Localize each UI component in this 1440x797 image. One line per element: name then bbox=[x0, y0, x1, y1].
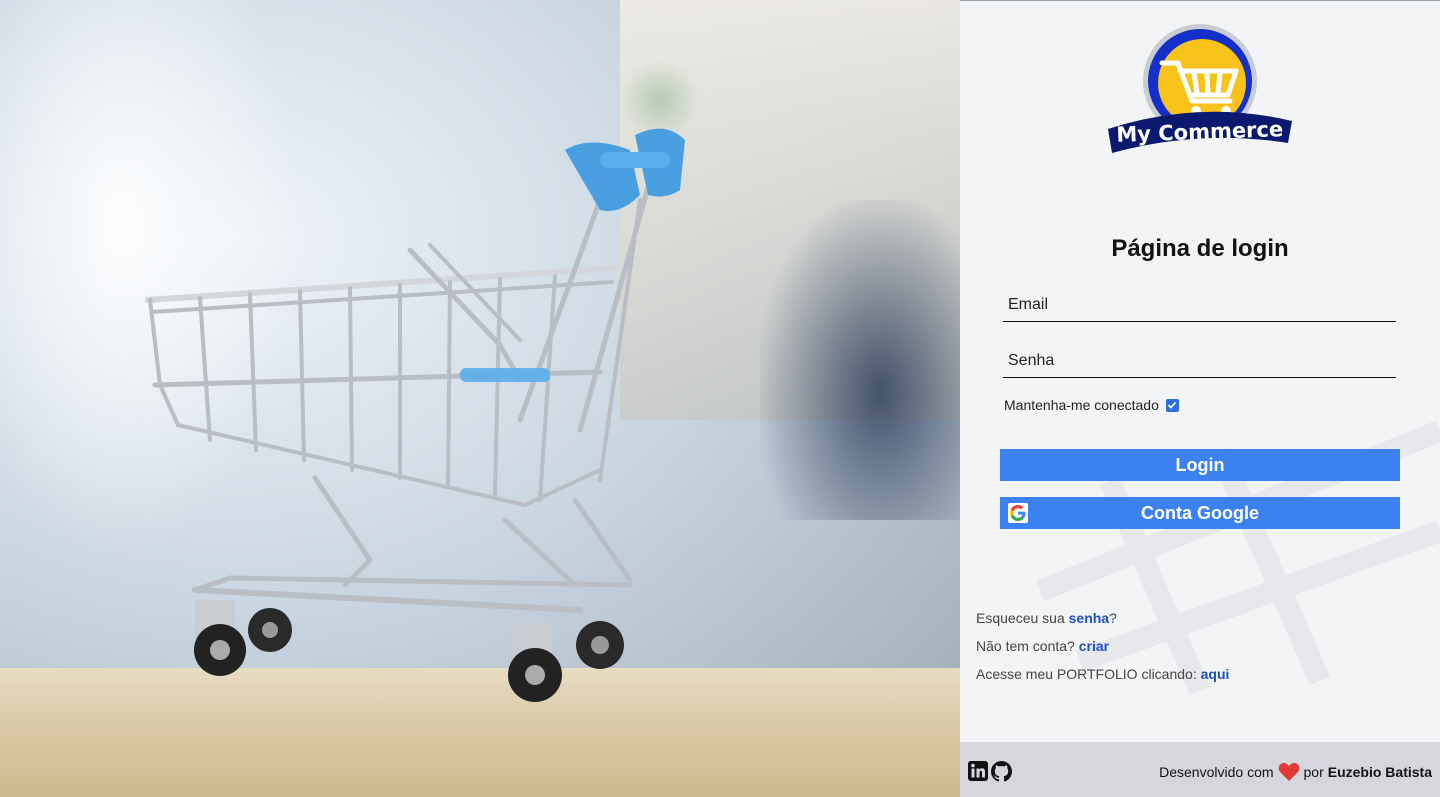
portfolio-link[interactable]: aqui bbox=[1201, 666, 1230, 682]
forgot-password-line: Esqueceu sua senha? bbox=[976, 607, 1229, 635]
login-panel: My Commerce Página de login Mantenha-me … bbox=[960, 0, 1440, 797]
help-links: Esqueceu sua senha? Não tem conta? criar… bbox=[976, 607, 1229, 691]
social-links bbox=[968, 761, 1012, 782]
remember-me-label: Mantenha-me conectado bbox=[1004, 397, 1159, 413]
google-icon bbox=[1008, 503, 1028, 523]
password-field[interactable] bbox=[1003, 344, 1396, 378]
credit-text: Desenvolvido com por Euzebio Batista bbox=[1159, 762, 1432, 781]
login-page: My Commerce Página de login Mantenha-me … bbox=[0, 0, 1440, 797]
credit-prefix: Desenvolvido com bbox=[1159, 763, 1274, 780]
google-login-button[interactable]: Conta Google bbox=[1000, 497, 1400, 529]
hero-image bbox=[0, 0, 960, 797]
credit-by: por bbox=[1303, 763, 1324, 780]
linkedin-icon[interactable] bbox=[968, 761, 988, 781]
checkmark-icon bbox=[1168, 401, 1177, 409]
forgot-prefix: Esqueceu sua bbox=[976, 610, 1069, 626]
portfolio-line: Acesse meu PORTFOLIO clicando: aqui bbox=[976, 663, 1229, 691]
email-field[interactable] bbox=[1003, 288, 1396, 322]
login-button[interactable]: Login bbox=[1000, 449, 1400, 481]
signup-line: Não tem conta? criar bbox=[976, 635, 1229, 663]
heart-icon bbox=[1278, 762, 1299, 781]
portfolio-prefix: Acesse meu PORTFOLIO clicando: bbox=[976, 666, 1201, 682]
google-button-label: Conta Google bbox=[1141, 502, 1259, 523]
author-name: Euzebio Batista bbox=[1327, 763, 1432, 780]
shopping-cart-illustration bbox=[145, 128, 685, 702]
signup-link[interactable]: criar bbox=[1079, 638, 1109, 654]
forgot-password-link[interactable]: senha bbox=[1069, 610, 1109, 626]
my-commerce-logo: My Commerce bbox=[1108, 24, 1292, 153]
page-title: Página de login bbox=[1111, 235, 1289, 262]
logo-text: My Commerce bbox=[1116, 117, 1284, 147]
remember-me-checkbox[interactable] bbox=[1165, 398, 1179, 412]
github-icon[interactable] bbox=[991, 761, 1012, 782]
signup-prefix: Não tem conta? bbox=[976, 638, 1079, 654]
remember-me: Mantenha-me conectado bbox=[1004, 397, 1179, 413]
forgot-suffix: ? bbox=[1109, 610, 1117, 626]
footer: Desenvolvido com por Euzebio Batista bbox=[960, 742, 1440, 797]
